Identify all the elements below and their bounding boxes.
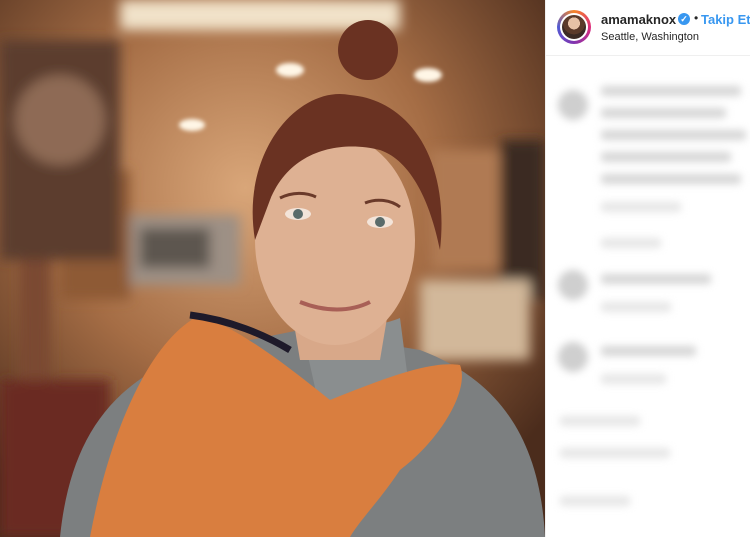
- verified-badge-icon: ✓: [678, 13, 690, 25]
- blurred-text-line: [601, 274, 711, 284]
- blurred-text-line: [601, 302, 671, 312]
- follow-button[interactable]: Takip Et: [701, 12, 750, 27]
- blurred-text-line: [601, 174, 741, 184]
- blurred-text-line: [601, 152, 731, 162]
- avatar-inner: [560, 13, 588, 41]
- post-sidebar: amamaknox ✓ • Takip Et Seattle, Washingt…: [545, 0, 750, 537]
- blurred-text-line: [601, 202, 681, 212]
- location-link[interactable]: Seattle, Washington: [601, 31, 699, 43]
- blurred-text-line: [601, 346, 696, 356]
- blurred-text-line: [601, 108, 726, 118]
- blurred-text-line: [601, 130, 746, 140]
- blurred-avatar: [558, 90, 588, 120]
- blurred-text-line: [560, 448, 670, 458]
- blurred-text-line: [601, 238, 661, 248]
- blurred-text-line: [601, 86, 741, 96]
- blurred-text-line: [601, 374, 666, 384]
- blurred-avatar: [558, 342, 588, 372]
- selfie-image: [0, 0, 545, 537]
- blurred-text-line: [560, 496, 630, 506]
- post-photo[interactable]: [0, 0, 545, 537]
- avatar-photo: [562, 15, 586, 39]
- separator-dot: •: [694, 11, 699, 25]
- avatar[interactable]: [557, 10, 591, 44]
- blurred-comments: [546, 56, 750, 537]
- post-header: amamaknox ✓ • Takip Et Seattle, Washingt…: [546, 0, 750, 56]
- blurred-text-line: [560, 416, 640, 426]
- blurred-avatar: [558, 270, 588, 300]
- username-link[interactable]: amamaknox: [601, 12, 676, 27]
